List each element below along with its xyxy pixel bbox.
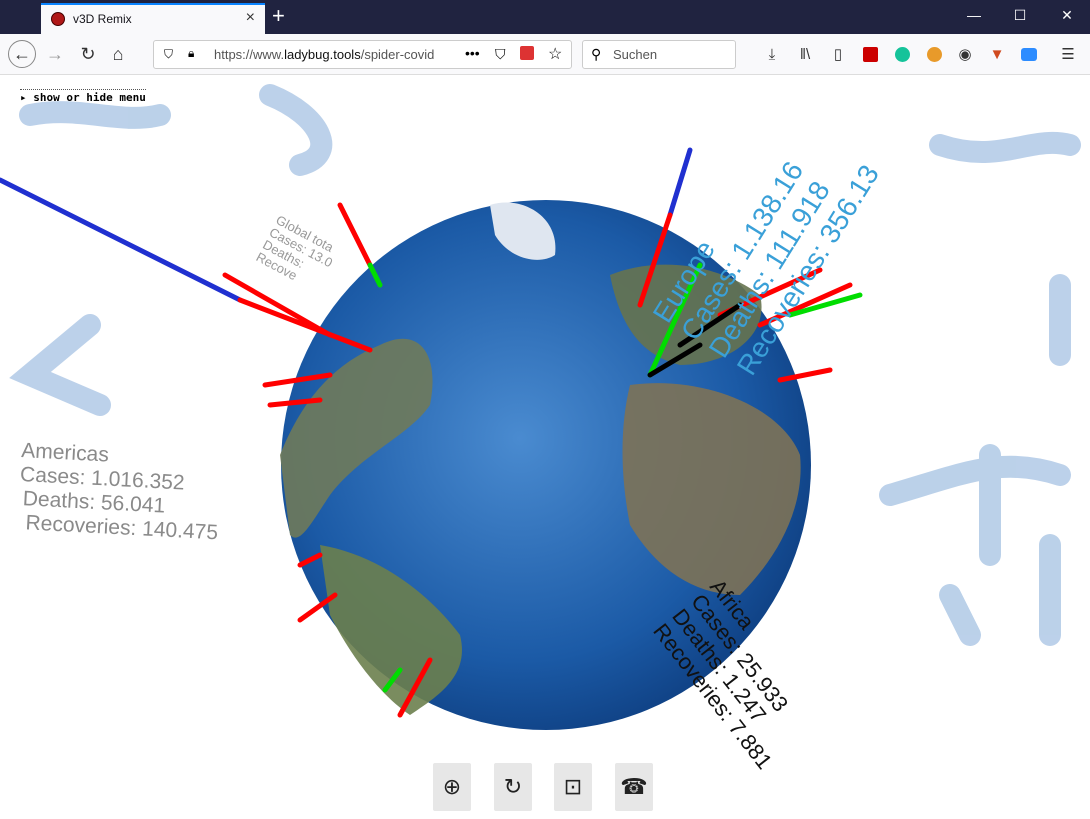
new-tab-button[interactable]: +	[272, 4, 285, 28]
spike-recoveries	[0, 177, 243, 303]
zoom-icon[interactable]	[1021, 47, 1037, 61]
search-placeholder: Suchen	[613, 47, 658, 62]
triangle-right-icon: ▸	[20, 91, 27, 104]
rotate-button[interactable]: ↻	[494, 763, 532, 811]
vivaldi-icon[interactable]: ▼	[987, 44, 1007, 64]
search-input[interactable]: ⚲ Suchen	[582, 40, 736, 69]
fullscreen-button[interactable]: ⊡	[554, 763, 592, 811]
extension-icon[interactable]	[520, 46, 534, 60]
url-text: https://www.ladybug.tools/spider-covid	[214, 47, 435, 62]
spike-cases	[337, 202, 373, 268]
close-window-button[interactable]: ✕	[1057, 7, 1077, 24]
addon-red-icon[interactable]	[862, 46, 878, 62]
account-icon[interactable]: ◉	[955, 44, 975, 64]
sidebar-icon[interactable]: ▯	[828, 44, 848, 64]
pocket-icon[interactable]: ⛉	[495, 46, 506, 63]
minimize-button[interactable]: —	[964, 7, 984, 23]
americas-label: Americas Cases: 1.016.352 Deaths: 56.041…	[17, 439, 222, 545]
monkey-icon[interactable]	[926, 46, 942, 62]
back-button[interactable]: ←	[8, 40, 36, 68]
menu-toggle[interactable]: ▸ show or hide menu	[20, 89, 146, 104]
browser-tab[interactable]: v3D Remix ×	[41, 3, 265, 34]
page-actions-icon[interactable]: •••	[465, 45, 480, 61]
browser-titlebar: v3D Remix × + — ☐ ✕	[0, 0, 1090, 34]
ladybug-favicon-icon	[51, 12, 65, 26]
reset-view-button[interactable]: ⊕	[433, 763, 471, 811]
spike-recoveries	[667, 147, 693, 218]
home-button[interactable]: ⌂	[104, 40, 132, 68]
shield-icon: ⛉	[164, 47, 174, 61]
forward-arrow-icon: →	[46, 43, 64, 64]
url-bar[interactable]: ⛉ 🔒︎ https://www.ladybug.tools/spider-co…	[153, 40, 572, 69]
search-icon: ⚲	[591, 46, 602, 62]
forward-button[interactable]: →	[41, 40, 69, 68]
browser-toolbar: ← → ↻ ⌂ ⛉ 🔒︎ https://www.ladybug.tools/s…	[0, 34, 1090, 75]
tab-close-icon[interactable]: ×	[246, 9, 255, 27]
library-icon[interactable]: ‖\	[795, 44, 815, 64]
menu-toggle-label: show or hide menu	[33, 91, 146, 104]
reload-icon: ↻	[80, 43, 96, 64]
reload-button[interactable]: ↻	[74, 40, 102, 68]
hamburger-menu-icon[interactable]: ☰	[1058, 44, 1078, 64]
maximize-button[interactable]: ☐	[1010, 7, 1030, 24]
phone-button[interactable]: ☎	[615, 763, 653, 811]
grammarly-icon[interactable]	[894, 46, 910, 62]
lock-icon: 🔒︎	[188, 46, 195, 60]
page-content: ▸ show or hide menu Americas Cases: 1.01…	[0, 75, 1090, 819]
bookmark-star-icon[interactable]: ☆	[548, 44, 562, 64]
home-icon: ⌂	[112, 43, 124, 64]
tab-title: v3D Remix	[73, 12, 132, 26]
download-icon[interactable]: ⤓	[762, 44, 782, 64]
back-arrow-icon: ←	[13, 43, 31, 64]
